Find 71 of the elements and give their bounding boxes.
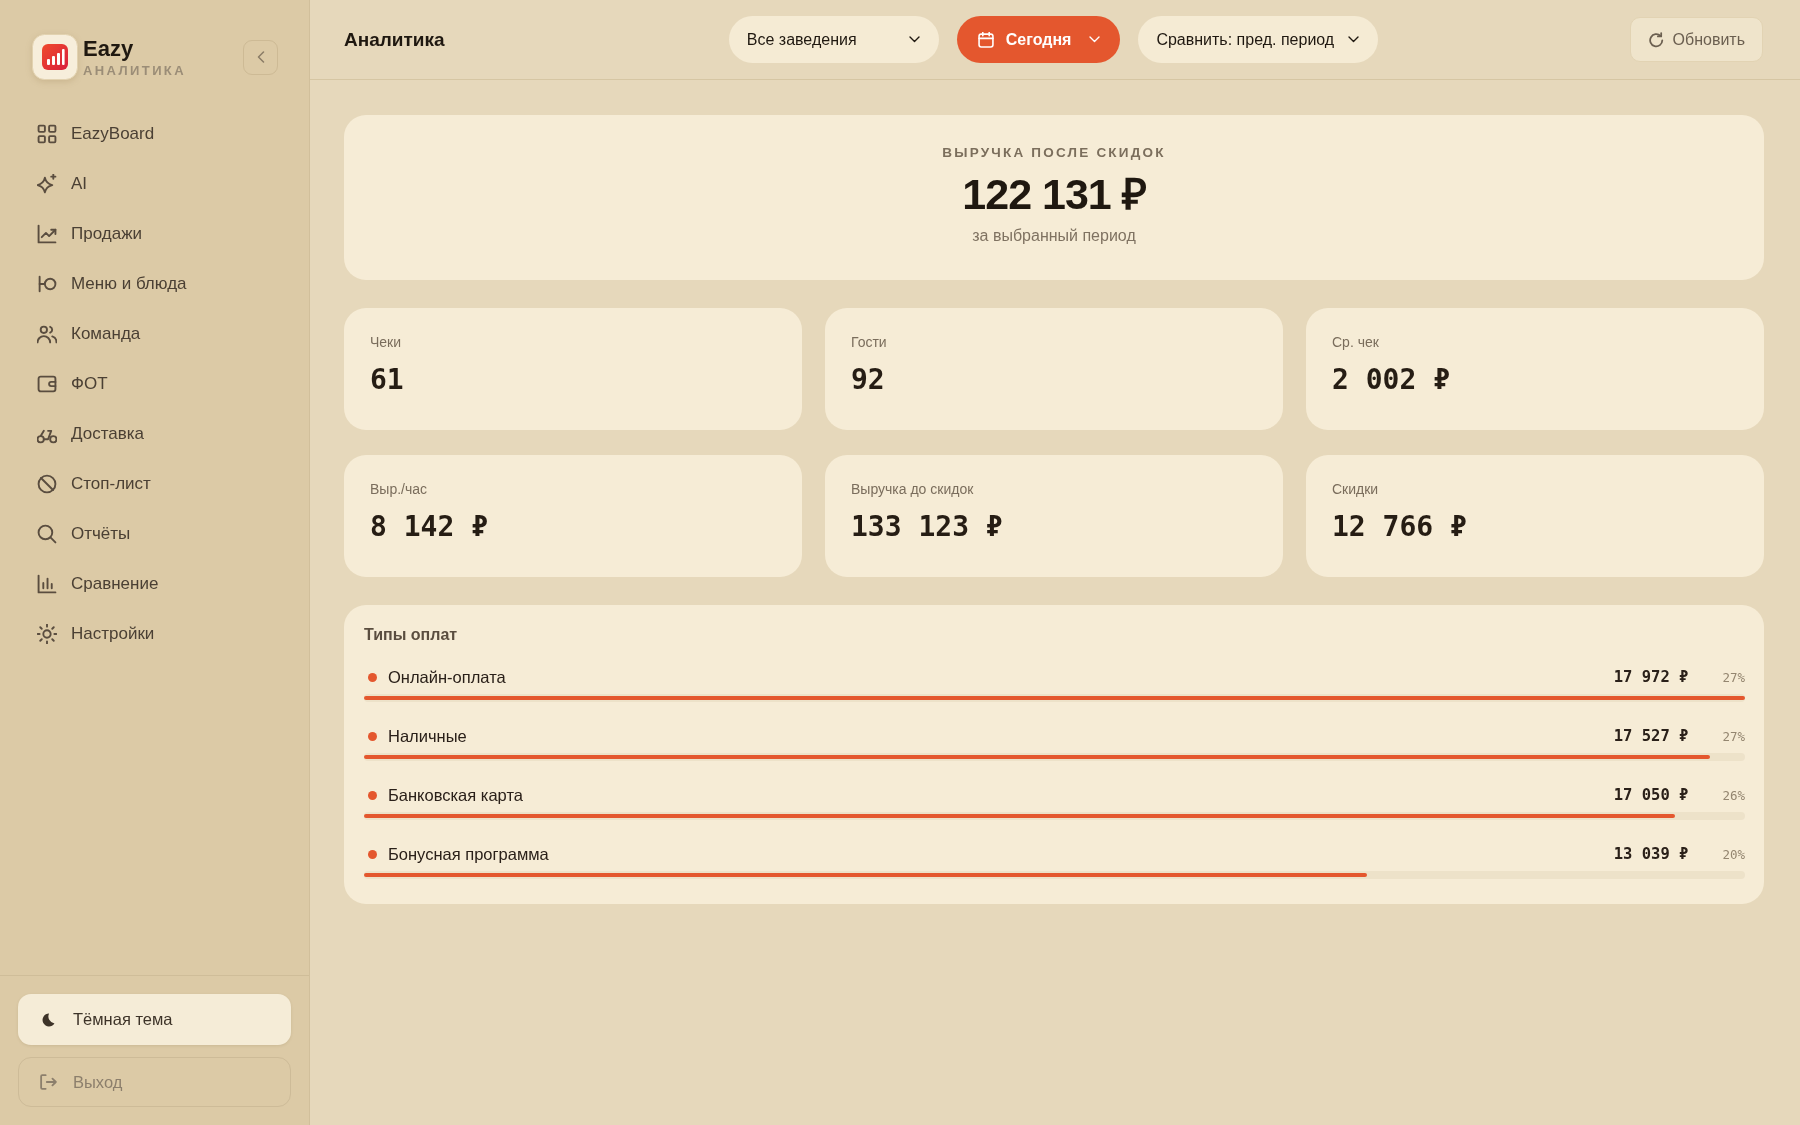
bullet-dot-icon bbox=[368, 731, 377, 741]
metric-label: Гости bbox=[851, 333, 887, 351]
metric-value: 61 bbox=[370, 362, 404, 398]
nav-item[interactable]: Стоп-лист bbox=[18, 459, 170, 509]
metric-label: Ср. чек bbox=[1332, 333, 1379, 351]
payment-name: Наличные bbox=[388, 726, 467, 746]
sparkle-icon bbox=[37, 174, 57, 194]
nav-item[interactable]: Настройки bbox=[18, 609, 174, 659]
nav-item[interactable]: Отчёты bbox=[18, 509, 150, 559]
revenue-caption: за выбранный период bbox=[972, 226, 1136, 246]
moon-icon bbox=[41, 1012, 55, 1027]
metric-value: 92 bbox=[851, 362, 885, 398]
app-logo-icon bbox=[32, 34, 78, 80]
chevron-down-icon bbox=[908, 36, 920, 43]
metric-value: 12 766 ₽ bbox=[1332, 509, 1467, 545]
refresh-button[interactable]: Обновить bbox=[1629, 17, 1763, 62]
wallet-icon bbox=[37, 374, 57, 394]
nav-item[interactable]: Меню и блюда bbox=[18, 259, 206, 309]
filter-dropdown[interactable]: Все заведения bbox=[728, 16, 939, 63]
metric-label: Выр./час bbox=[370, 480, 428, 498]
refresh-icon bbox=[1648, 31, 1664, 48]
metric-label: Чеки bbox=[370, 333, 402, 351]
nav-item[interactable]: Доставка bbox=[18, 409, 163, 459]
line-and-circle-icon bbox=[37, 274, 57, 294]
search-icon bbox=[37, 524, 57, 544]
metric-value: 133 123 ₽ bbox=[851, 509, 1003, 545]
payment-share: 27% bbox=[1722, 669, 1745, 685]
bullet-dot-icon bbox=[368, 672, 377, 682]
metric-label: Выручка до скидок bbox=[851, 480, 974, 498]
date-picker-button[interactable]: Сегодня bbox=[956, 16, 1121, 63]
users-icon bbox=[37, 324, 57, 344]
brand-subtitle: АНАЛИТИКА bbox=[83, 62, 186, 79]
payment-amount: 17 972 ₽ bbox=[1613, 668, 1689, 686]
page-title: Аналитика bbox=[344, 28, 445, 51]
nav-item[interactable]: ФОТ bbox=[18, 359, 127, 409]
collapse-sidebar-button[interactable] bbox=[243, 39, 278, 75]
payment-share: 20% bbox=[1722, 846, 1745, 862]
brand-name: Eazy bbox=[83, 35, 134, 61]
metric-label: Скидки bbox=[1332, 480, 1379, 498]
settings-icon bbox=[37, 624, 57, 644]
payment-amount: 17 050 ₽ bbox=[1613, 786, 1689, 804]
payment-name: Банковская карта bbox=[388, 785, 523, 805]
payment-name: Бонусная программа bbox=[388, 844, 549, 864]
payment-amount: 13 039 ₽ bbox=[1613, 845, 1689, 863]
payment-amount: 17 527 ₽ bbox=[1613, 727, 1689, 745]
grid-icon bbox=[37, 124, 57, 144]
logout-icon bbox=[40, 1074, 57, 1090]
revenue-label: ВЫРУЧКА ПОСЛЕ СКИДОК bbox=[942, 144, 1166, 162]
filter-dropdown[interactable]: Сравнить: пред. период bbox=[1138, 16, 1379, 63]
bullet-dot-icon bbox=[368, 790, 377, 800]
chevron-down-icon bbox=[1348, 36, 1360, 43]
metric-value: 2 002 ₽ bbox=[1332, 362, 1450, 398]
nav-item[interactable]: Продажи bbox=[18, 209, 161, 259]
payment-name: Онлайн-оплата bbox=[388, 667, 506, 687]
nav-item[interactable]: AI bbox=[18, 159, 107, 209]
section-title: Типы оплат bbox=[364, 625, 458, 645]
ban-icon bbox=[37, 474, 57, 494]
dark-theme-button[interactable]: Тёмная тема bbox=[18, 994, 291, 1045]
calendar-icon bbox=[977, 31, 994, 48]
trend-chart-icon bbox=[37, 224, 57, 244]
revenue-value: 122 131 ₽ bbox=[962, 169, 1146, 220]
bullet-dot-icon bbox=[368, 849, 377, 859]
nav-item[interactable]: Команда bbox=[18, 309, 160, 359]
chevron-left-icon bbox=[256, 51, 265, 63]
metric-value: 8 142 ₽ bbox=[370, 509, 488, 545]
nav-item[interactable]: Сравнение bbox=[18, 559, 178, 609]
payment-share: 27% bbox=[1722, 728, 1745, 744]
payment-share: 26% bbox=[1722, 787, 1745, 803]
bar-chart-icon bbox=[37, 574, 57, 594]
chevron-down-icon bbox=[1089, 36, 1101, 43]
nav-item[interactable]: EazyBoard bbox=[18, 109, 174, 159]
